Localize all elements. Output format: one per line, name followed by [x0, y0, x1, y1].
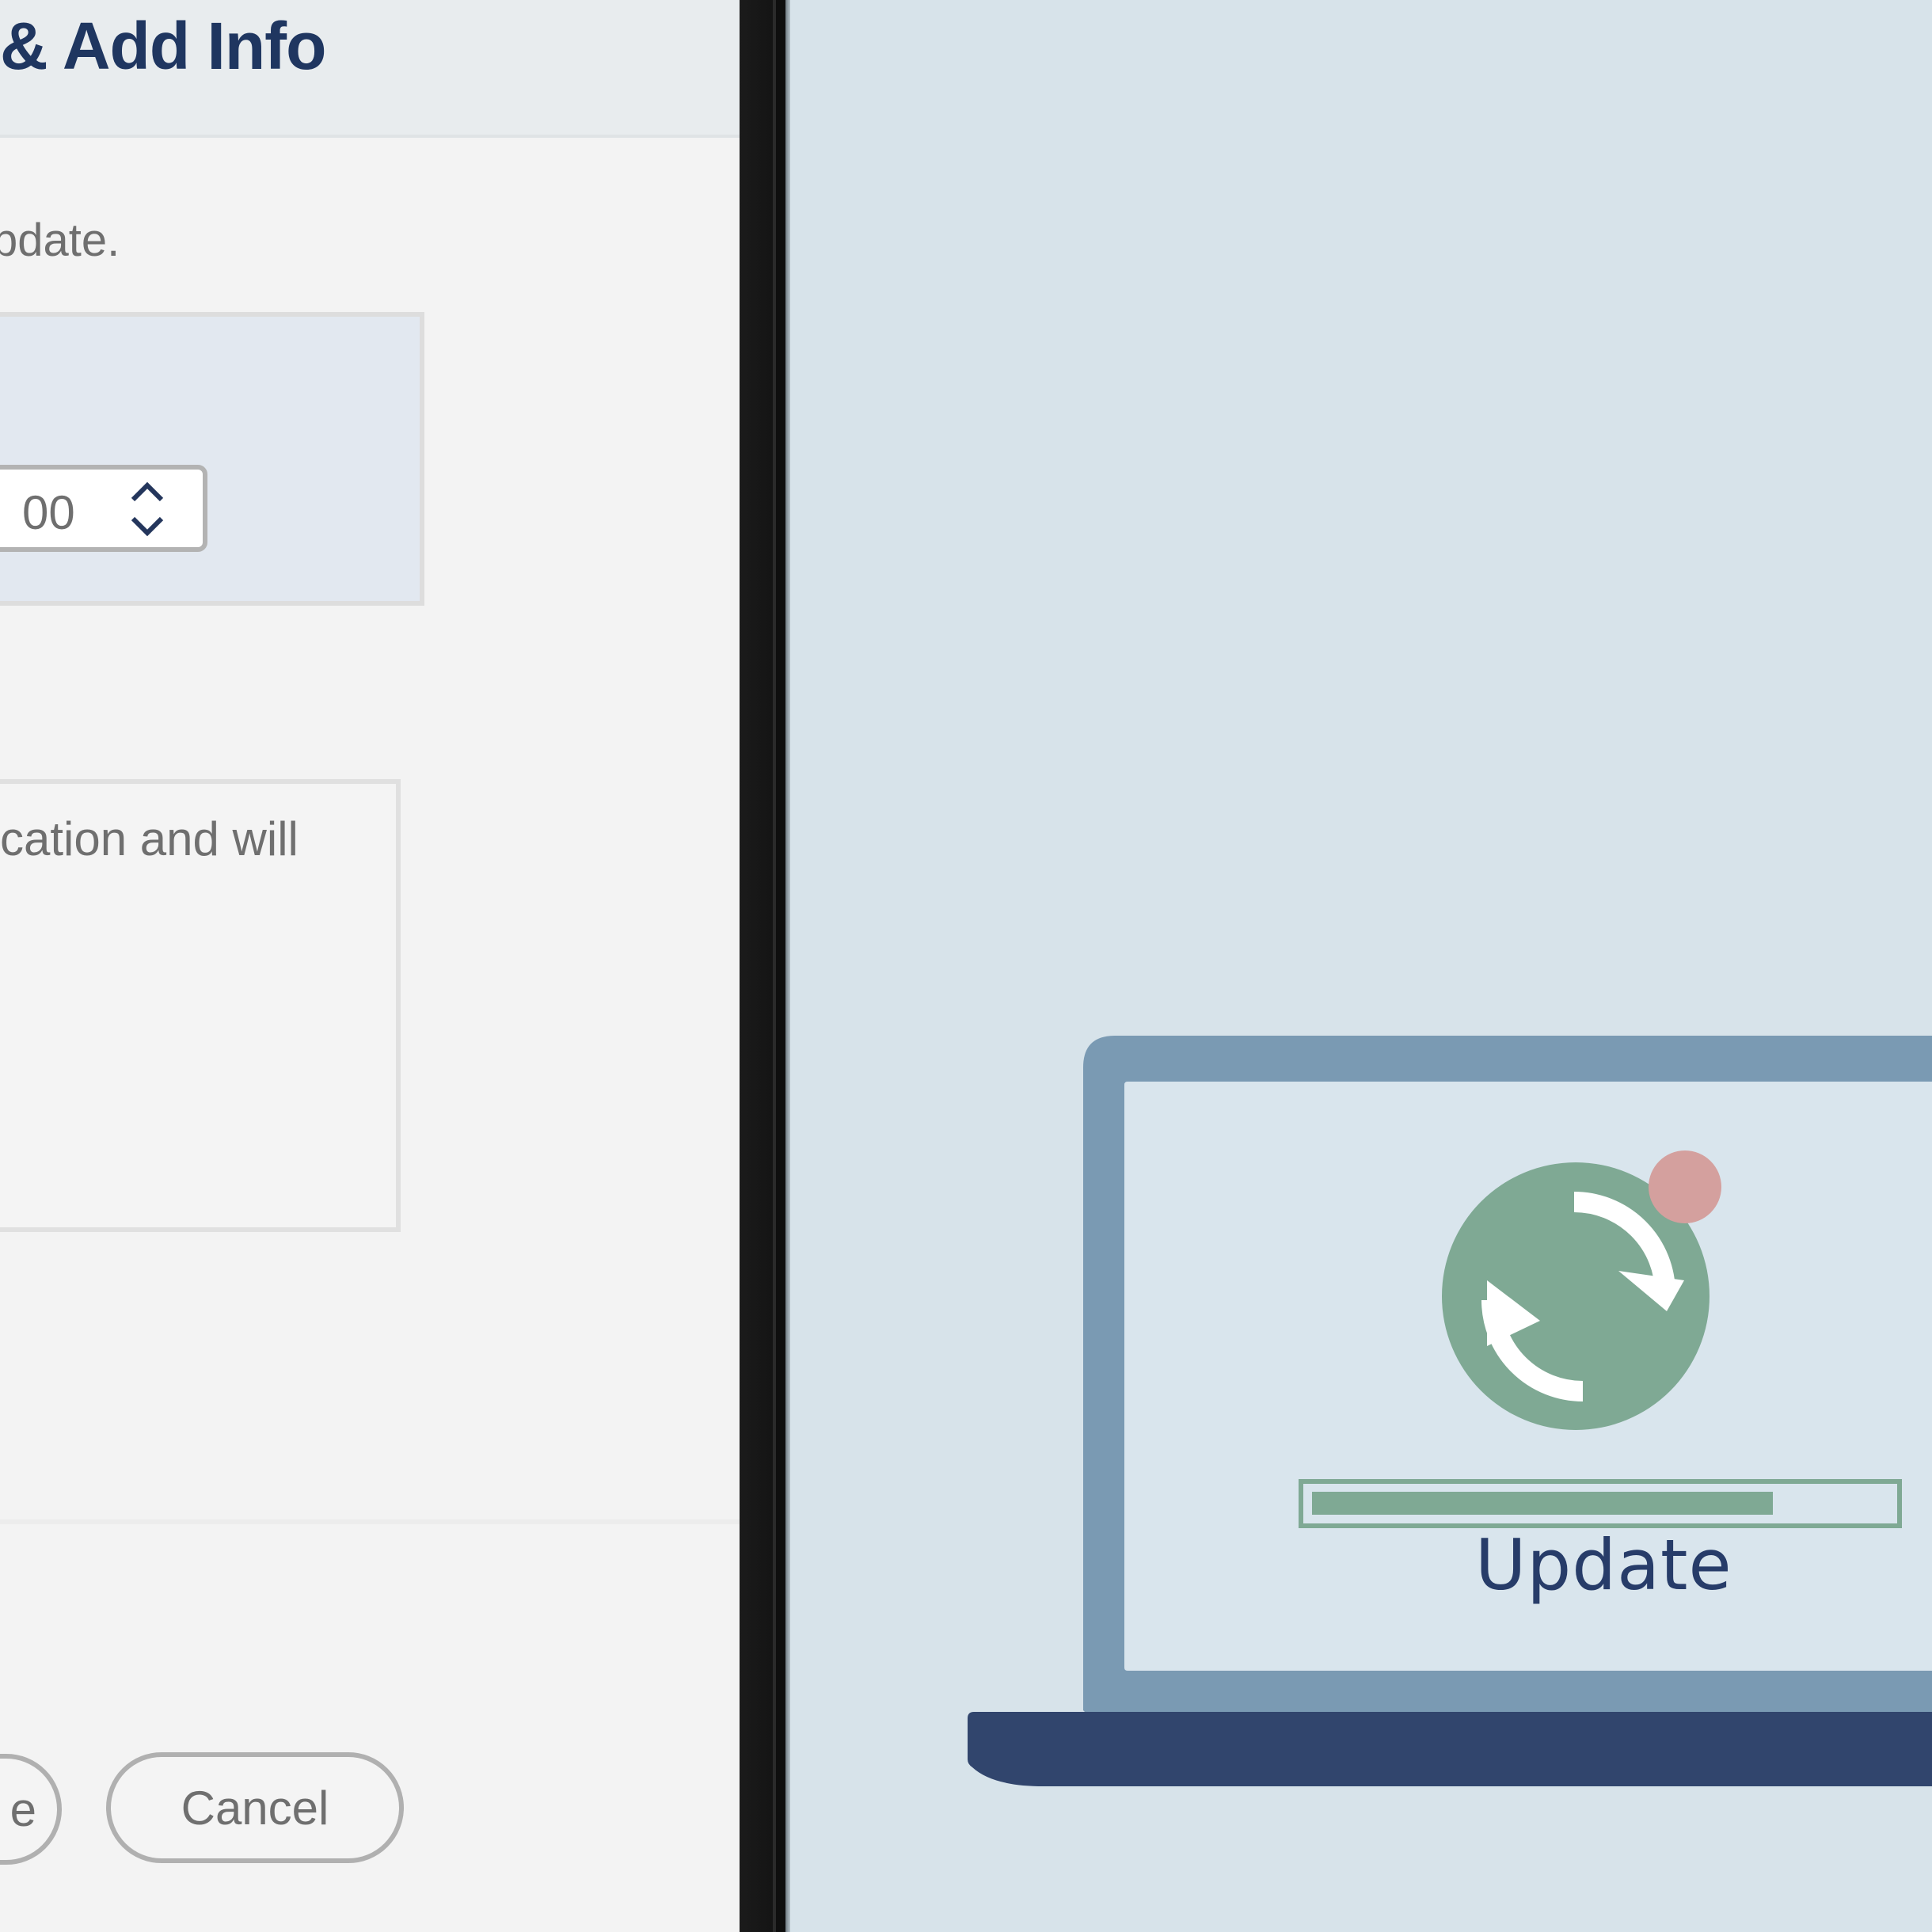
- notification-dot: [1649, 1150, 1721, 1223]
- footer-divider: [0, 1519, 740, 1524]
- notes-text: cation and will: [0, 812, 299, 865]
- add-info-dialog: & Add Info pdate. 00 cation and will e C…: [0, 0, 740, 1932]
- dialog-header: & Add Info: [0, 0, 740, 138]
- time-panel: [0, 312, 424, 606]
- progress-fill: [1312, 1492, 1773, 1515]
- intro-text: pdate.: [0, 215, 120, 266]
- chevron-down-icon[interactable]: [128, 512, 166, 541]
- chevron-up-icon[interactable]: [128, 477, 166, 506]
- save-button[interactable]: e: [0, 1754, 62, 1865]
- update-label: Update: [1475, 1524, 1732, 1606]
- laptop-icon: [968, 1036, 1932, 1786]
- cancel-button[interactable]: Cancel: [106, 1752, 404, 1863]
- window-divider[interactable]: [740, 0, 790, 1932]
- update-illustration: [968, 1036, 1932, 1786]
- dialog-title: & Add Info: [0, 9, 326, 83]
- time-stepper[interactable]: [128, 477, 166, 544]
- time-input[interactable]: 00: [0, 465, 207, 552]
- time-input-value: 00: [22, 486, 75, 539]
